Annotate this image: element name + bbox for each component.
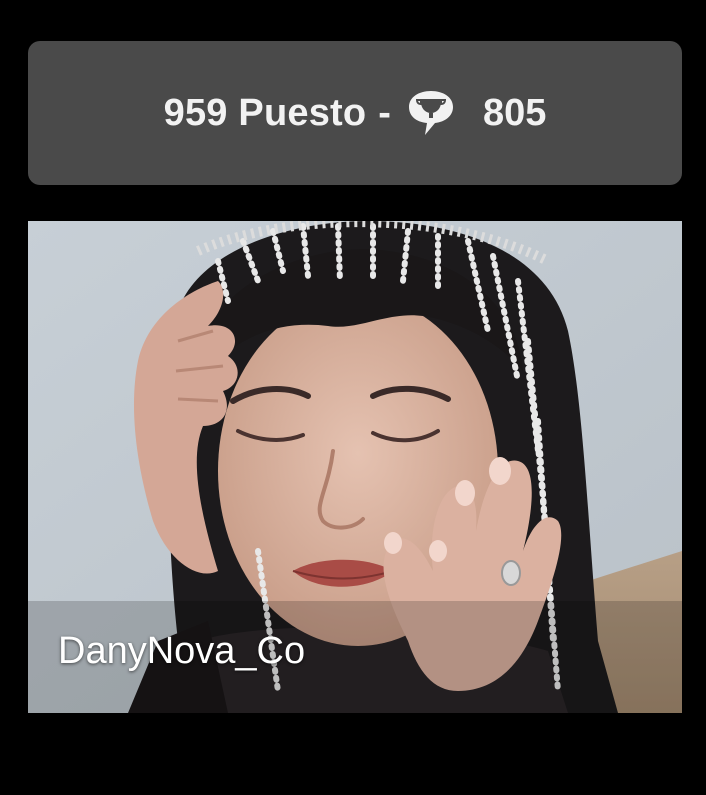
profile-photo-card[interactable]: DanyNova_Co xyxy=(28,221,682,713)
trophy-chat-icon xyxy=(403,85,459,141)
rank-label: 959 Puesto xyxy=(163,91,367,134)
rank-separator: - xyxy=(378,91,391,134)
stage: 959 Puesto - 805 DanyNova_Co xyxy=(0,0,706,795)
username-label[interactable]: DanyNova_Co xyxy=(58,630,305,673)
score-value: 805 xyxy=(482,91,547,134)
rank-card: 959 Puesto - 805 xyxy=(28,41,682,185)
